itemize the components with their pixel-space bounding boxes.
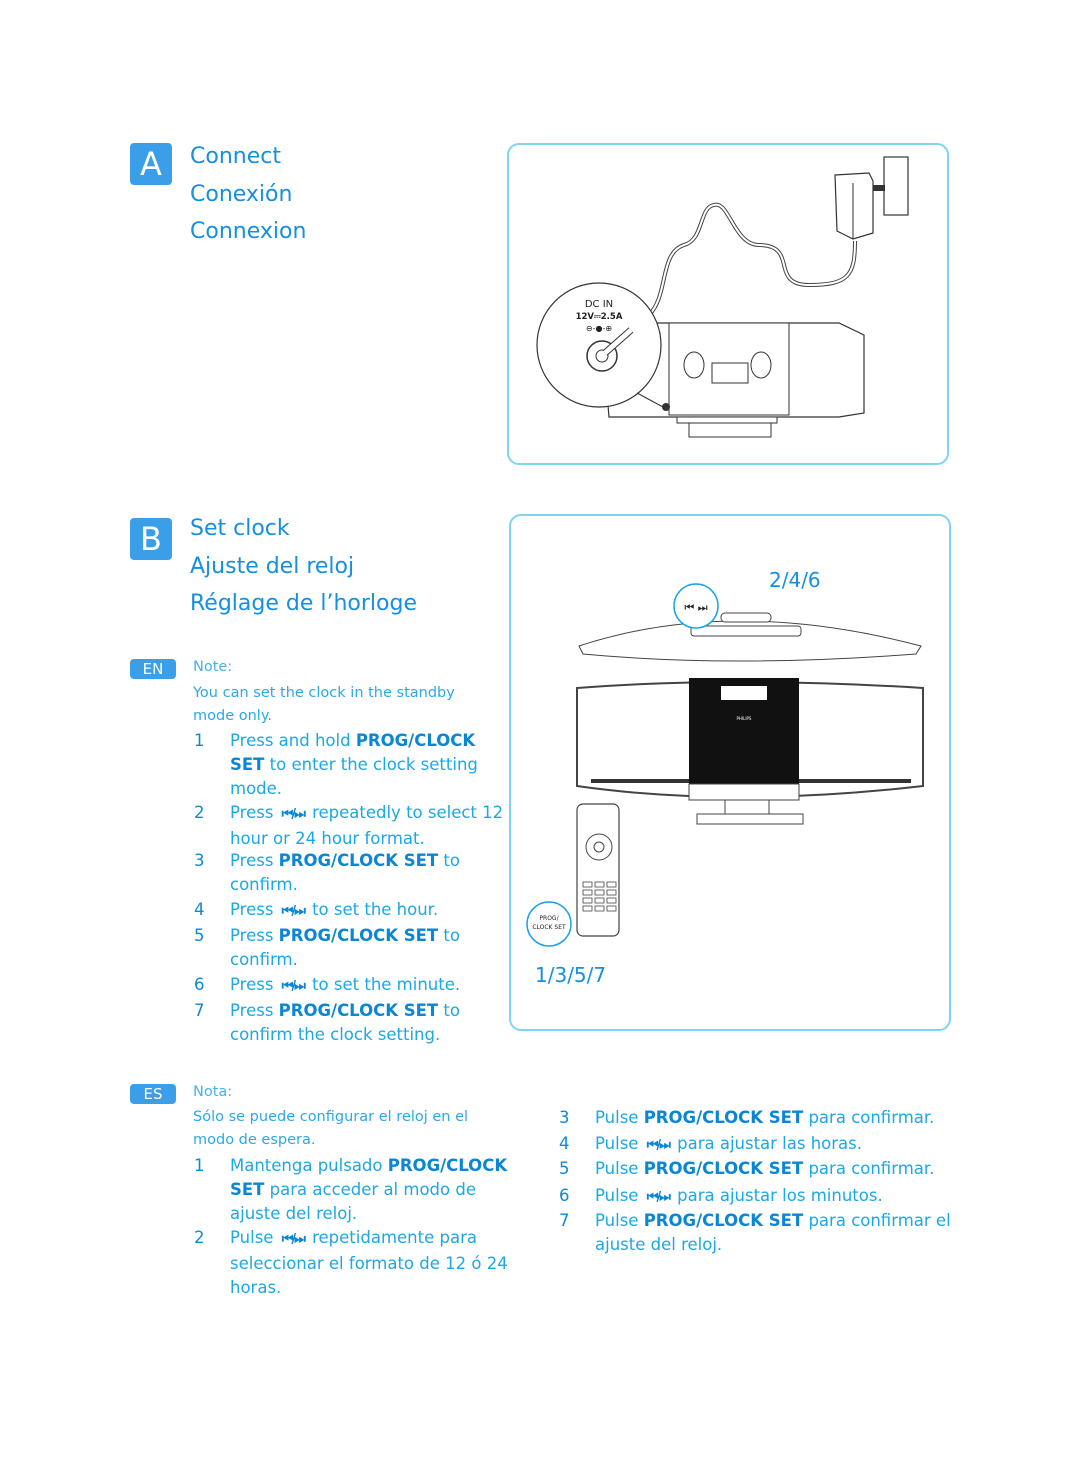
note-title-es: Nota: bbox=[193, 1084, 233, 1100]
step-en-1: 1 Press and hold PROG/CLOCK SET to enter … bbox=[194, 729, 504, 801]
skip-prev-next-icon: ⏮/⏭ bbox=[281, 979, 306, 994]
step-number: 5 bbox=[194, 926, 205, 945]
button-name: PROG/CLOCK SET bbox=[643, 1211, 804, 1230]
step-text: Press ⏮/⏭ to set the minute. bbox=[230, 973, 504, 999]
set-clock-illustration: 2/4/6 ⏮ ⏭ PHILIPS PROG/ CLOCK SET 1/3/5/… bbox=[526, 568, 924, 987]
set-clock-figure: 2/4/6 ⏮ ⏭ PHILIPS PROG/ CLOCK SET 1/3/5/… bbox=[509, 514, 951, 1031]
prog-clock-label: PROG/ bbox=[539, 915, 559, 922]
step-number: 4 bbox=[194, 900, 205, 919]
step-number: 6 bbox=[559, 1186, 570, 1205]
step-text: Press PROG/CLOCK SET to confirm. bbox=[230, 926, 460, 969]
button-name: PROG/CLOCK SET bbox=[643, 1108, 804, 1127]
dc-in-label: DC IN bbox=[585, 299, 613, 310]
step-en-2: 2 Press ⏮/⏭ repeatedly to select 12 hour … bbox=[194, 801, 504, 851]
section-b-title-fr: Réglage de l’horloge bbox=[190, 591, 418, 616]
button-name: PROG/CLOCK SET bbox=[278, 926, 439, 945]
device-front-view-icon: PHILIPS bbox=[576, 678, 924, 825]
step-en-6: 6 Press ⏮/⏭ to set the minute. bbox=[194, 973, 504, 999]
step-text: Mantenga pulsado PROG/CLOCK SET para acc… bbox=[230, 1156, 508, 1223]
step-text: Pulse ⏮/⏭ para ajustar las horas. bbox=[595, 1132, 959, 1158]
step-text: Pulse PROG/CLOCK SET para confirmar el a… bbox=[595, 1211, 951, 1254]
step-number: 1 bbox=[194, 731, 205, 750]
section-a-title-fr: Connexion bbox=[190, 219, 307, 244]
button-name: PROG/CLOCK SET bbox=[278, 851, 439, 870]
step-text: Pulse ⏮/⏭ repetidamente para seleccionar… bbox=[230, 1228, 508, 1297]
power-cable bbox=[628, 202, 857, 325]
note-title-en: Note: bbox=[193, 659, 233, 675]
step-number: 3 bbox=[559, 1108, 570, 1127]
step-text: Pulse ⏮/⏭ para ajustar los minutos. bbox=[595, 1184, 959, 1210]
connect-illustration: DC IN 12V⎓2.5A ⊖-●-⊕ bbox=[536, 156, 909, 438]
step-es-7: 7 Pulse PROG/CLOCK SET para confirmar el … bbox=[559, 1209, 959, 1257]
step-text: Pulse PROG/CLOCK SET para confirmar. bbox=[595, 1159, 935, 1178]
section-b-badge: B bbox=[130, 518, 172, 560]
button-name: PROG/CLOCK SET bbox=[230, 1156, 508, 1199]
step-number: 2 bbox=[194, 1228, 205, 1247]
step-text: Pulse PROG/CLOCK SET para confirmar. bbox=[595, 1108, 935, 1127]
button-name: PROG/CLOCK SET bbox=[278, 1001, 439, 1020]
wall-socket-icon bbox=[883, 156, 909, 216]
step-en-3: 3 Press PROG/CLOCK SET to confirm. bbox=[194, 849, 504, 897]
step-text: Press PROG/CLOCK SET to confirm. bbox=[230, 851, 460, 894]
step-text: Press ⏮/⏭ repeatedly to select 12 hour o… bbox=[230, 803, 504, 848]
section-a-title-es: Conexión bbox=[190, 182, 293, 207]
skip-prev-next-icon: ⏮/⏭ bbox=[281, 904, 306, 919]
skip-prev-next-icon: ⏮/⏭ bbox=[646, 1138, 671, 1153]
device-top-view-icon bbox=[578, 612, 922, 662]
lang-badge-en: EN bbox=[130, 659, 176, 679]
button-name: PROG/CLOCK SET bbox=[643, 1159, 804, 1178]
step-number: 1 bbox=[194, 1156, 205, 1175]
step-en-4: 4 Press ⏮/⏭ to set the hour. bbox=[194, 898, 504, 924]
skip-prev-next-icon: ⏮/⏭ bbox=[281, 807, 306, 822]
step-text: Press PROG/CLOCK SET to confirm the cloc… bbox=[230, 1001, 460, 1044]
step-es-1: 1 Mantenga pulsado PROG/CLOCK SET para ac… bbox=[194, 1154, 524, 1226]
skip-prev-next-icon: ⏮/⏭ bbox=[646, 1190, 671, 1205]
step-number: 6 bbox=[194, 975, 205, 994]
section-a-badge: A bbox=[130, 143, 172, 185]
step-es-5: 5 Pulse PROG/CLOCK SET para confirmar. bbox=[559, 1157, 959, 1181]
section-b-title-en: Set clock bbox=[190, 516, 290, 541]
step-number: 3 bbox=[194, 851, 205, 870]
step-es-6: 6 Pulse ⏮/⏭ para ajustar los minutos. bbox=[559, 1184, 959, 1210]
step-en-7: 7 Press PROG/CLOCK SET to confirm the clo… bbox=[194, 999, 504, 1047]
device-brand: PHILIPS bbox=[737, 716, 752, 721]
section-a-title-en: Connect bbox=[190, 144, 281, 169]
step-es-2: 2 Pulse ⏮/⏭ repetidamente para selecciona… bbox=[194, 1226, 524, 1300]
note-body-es: Sólo se puede configurar el reloj en el … bbox=[193, 1109, 469, 1148]
connect-figure: DC IN 12V⎓2.5A ⊖-●-⊕ bbox=[507, 143, 949, 465]
section-b-title-es: Ajuste del reloj bbox=[190, 554, 355, 579]
remote-control-icon bbox=[576, 803, 620, 937]
callout-steps-top: 2/4/6 bbox=[769, 568, 821, 592]
note-body-en: You can set the clock in the standby mod… bbox=[193, 685, 455, 724]
callout-steps-bottom: 1/3/5/7 bbox=[535, 963, 606, 987]
rating-label: 12V⎓2.5A bbox=[576, 312, 623, 322]
step-es-3: 3 Pulse PROG/CLOCK SET para confirmar. bbox=[559, 1106, 959, 1130]
lang-badge-es: ES bbox=[130, 1084, 176, 1104]
step-number: 7 bbox=[559, 1211, 570, 1230]
step-number: 4 bbox=[559, 1134, 570, 1153]
step-text: Press and hold PROG/CLOCK SET to enter t… bbox=[230, 731, 478, 798]
dc-in-magnifier: DC IN 12V⎓2.5A ⊖-●-⊕ bbox=[536, 282, 664, 408]
step-en-5: 5 Press PROG/CLOCK SET to confirm. bbox=[194, 924, 504, 972]
skip-prev-next-icon: ⏮/⏭ bbox=[281, 1232, 306, 1247]
power-adapter-icon bbox=[834, 172, 885, 240]
step-es-4: 4 Pulse ⏮/⏭ para ajustar las horas. bbox=[559, 1132, 959, 1158]
step-number: 7 bbox=[194, 1001, 205, 1020]
skip-buttons-icon: ⏮ ⏭ bbox=[684, 601, 707, 614]
step-text: Press ⏮/⏭ to set the hour. bbox=[230, 898, 504, 924]
button-name: PROG/CLOCK SET bbox=[230, 731, 476, 774]
step-number: 2 bbox=[194, 803, 205, 822]
svg-text:CLOCK SET: CLOCK SET bbox=[532, 924, 566, 931]
polarity-label: ⊖-●-⊕ bbox=[586, 324, 612, 333]
step-number: 5 bbox=[559, 1159, 570, 1178]
